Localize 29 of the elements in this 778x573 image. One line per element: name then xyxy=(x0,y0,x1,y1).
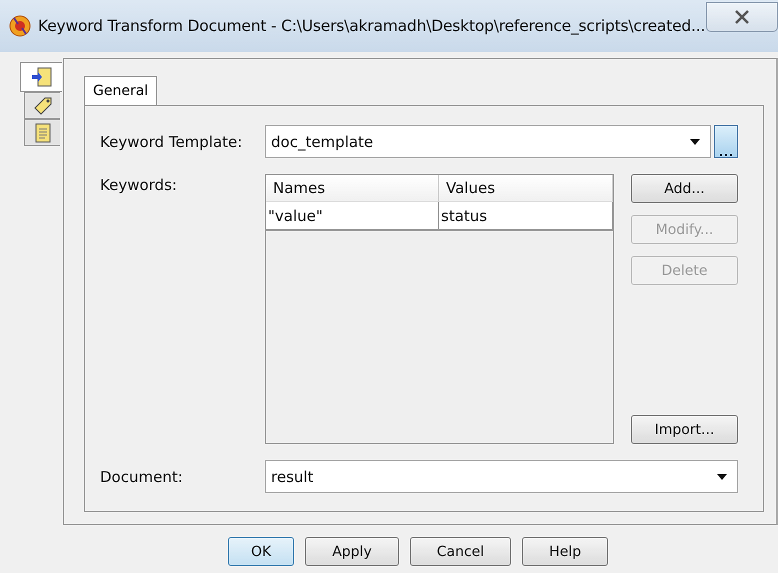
field-label: Document: xyxy=(100,468,184,486)
browse-button[interactable] xyxy=(714,125,738,158)
close-icon xyxy=(734,10,750,24)
tab[interactable]: General xyxy=(84,76,158,105)
caret-icon xyxy=(690,138,700,144)
transform-icon xyxy=(30,66,52,88)
side-tab[interactable] xyxy=(24,119,60,146)
document-dropdown[interactable]: result xyxy=(265,460,738,493)
field-label: Keyword Template: xyxy=(100,132,244,150)
note-icon xyxy=(32,122,52,144)
action-button[interactable]: Import... xyxy=(631,415,738,444)
dialog-button[interactable]: Apply xyxy=(305,537,399,566)
app-icon xyxy=(8,14,32,38)
action-button[interactable]: Add... xyxy=(631,174,738,203)
column-header: Names xyxy=(266,175,439,202)
side-tab[interactable] xyxy=(24,92,60,119)
side-tab[interactable] xyxy=(20,62,62,92)
template-dropdown[interactable]: doc_template xyxy=(265,125,711,158)
table-cell: status xyxy=(439,202,613,231)
dialog-button[interactable]: OK xyxy=(228,537,294,566)
table-cell: "value" xyxy=(266,202,439,231)
dialog-button[interactable]: Help xyxy=(522,537,608,566)
caret-icon xyxy=(717,474,727,480)
close-button[interactable] xyxy=(706,2,778,32)
window-title: Keyword Transform Document - C:\Users\akramadh\Desktop\reference_scripts\created... xyxy=(38,17,706,35)
column-header: Values xyxy=(439,175,613,202)
field-label: Keywords: xyxy=(100,175,178,194)
dialog-button[interactable]: Cancel xyxy=(410,537,512,566)
tag-icon xyxy=(32,94,54,116)
